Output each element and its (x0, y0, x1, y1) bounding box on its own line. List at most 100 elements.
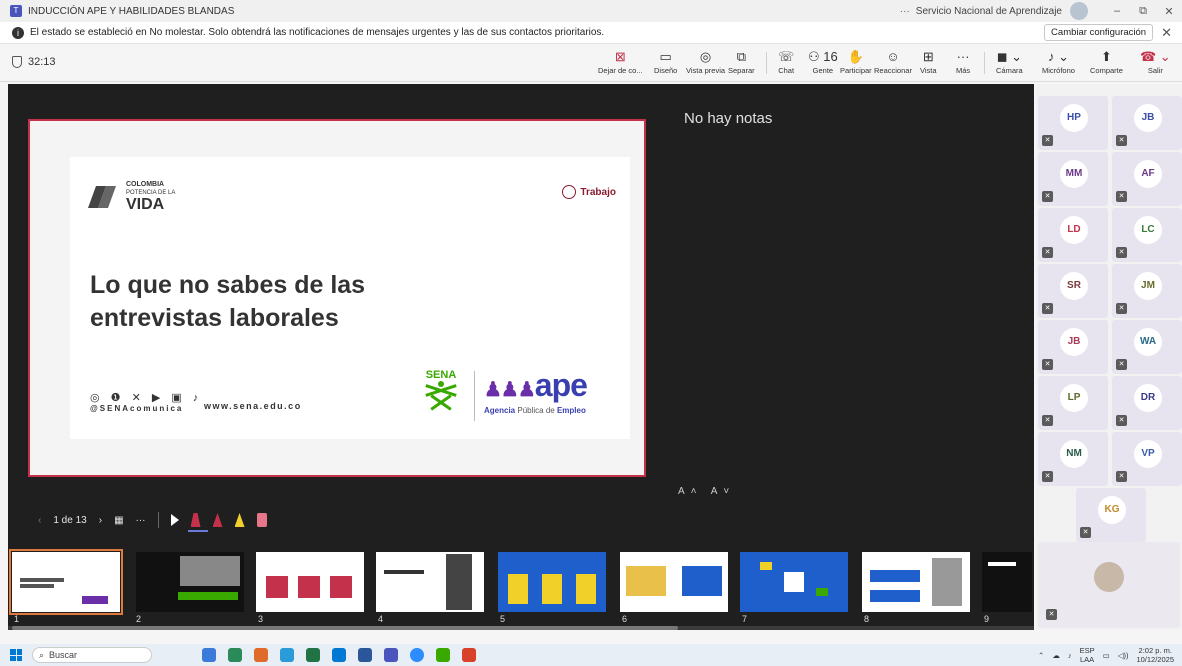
thumbnail-5[interactable] (498, 552, 606, 612)
participant-tile[interactable]: JM ✕ (1112, 264, 1182, 318)
raise-hand-button[interactable]: ✋ Participar (840, 48, 872, 75)
eraser-icon[interactable] (256, 513, 267, 527)
system-clock[interactable]: 2:02 p. m. 10/12/2025 (1136, 646, 1174, 664)
participant-avatar: JB (1060, 328, 1088, 356)
share-button[interactable]: ⬆ Comparte (1090, 48, 1123, 75)
participant-tile[interactable]: MM ✕ (1038, 152, 1108, 206)
slide-navigation: ‹ 1 de 13 › ▦ ··· (38, 512, 267, 528)
windows-start-icon[interactable] (10, 649, 22, 661)
cloud-icon[interactable]: ☁ (1052, 651, 1060, 660)
organization-name[interactable]: Servicio Nacional de Aprendizaje (916, 6, 1062, 17)
windows-taskbar: ⌕ Buscar ⌃ ☁ ♪ ESP LAA ▭ ◁)) 2:02 p. m. … (0, 644, 1182, 666)
more-options-icon[interactable]: ··· (136, 515, 146, 526)
participant-tile[interactable]: DR ✕ (1112, 376, 1182, 430)
current-slide[interactable]: COLOMBIA POTENCIA DE LA VIDA Trabajo Lo … (28, 119, 646, 477)
chrome-icon[interactable] (280, 648, 294, 662)
pop-out-button[interactable]: ⧉ Separar (728, 48, 755, 75)
preview-icon: ◎ (699, 49, 712, 64)
taskbar-apps (202, 648, 476, 662)
react-button[interactable]: ☺ Reaccionar (874, 48, 912, 75)
thumbnail-9[interactable] (982, 552, 1032, 612)
sena-figure-icon (423, 381, 459, 415)
participant-tile[interactable]: LC ✕ (1112, 208, 1182, 262)
microphone-button[interactable]: ♪ ⌄ Micrófono (1042, 48, 1075, 75)
participant-tile[interactable]: VP ✕ (1112, 432, 1182, 486)
leave-button[interactable]: ☎ ⌄ Salir (1140, 48, 1171, 75)
social-icons: ◎ ❶ ✕ ▶ ▣ ♪ (90, 392, 203, 404)
stop-sharing-button[interactable]: ⊠ Dejar de co... (598, 48, 643, 75)
grid-view-icon[interactable]: ▦ (114, 515, 123, 526)
mic-muted-icon: ✕ (1080, 527, 1091, 538)
network-icon[interactable]: ▭ (1103, 651, 1110, 660)
pen-icon[interactable] (190, 513, 201, 527)
close-notification-icon[interactable]: ✕ (1161, 25, 1172, 41)
laser-pointer-icon[interactable] (170, 514, 179, 526)
scrollbar-thumb[interactable] (12, 626, 678, 630)
thumbnail-4[interactable] (376, 552, 484, 612)
zoom-icon[interactable] (410, 648, 424, 662)
participant-tile[interactable]: JB ✕ (1112, 96, 1182, 150)
mic-muted-icon: ✕ (1042, 247, 1053, 258)
word-icon[interactable] (358, 648, 372, 662)
chevron-up-icon[interactable]: ⌃ (1038, 651, 1044, 660)
layout-button[interactable]: ▭ Diseño (654, 48, 677, 75)
participant-tile[interactable]: LP ✕ (1038, 376, 1108, 430)
highlighter-icon[interactable] (234, 513, 245, 527)
marker-icon[interactable] (212, 513, 223, 527)
participant-tile[interactable]: WA ✕ (1112, 320, 1182, 374)
self-video-tile[interactable]: ✕ (1038, 542, 1180, 628)
next-slide-button[interactable]: › (99, 515, 102, 526)
prev-slide-button[interactable]: ‹ (38, 515, 41, 526)
participant-tile[interactable]: AF ✕ (1112, 152, 1182, 206)
participant-tile[interactable]: SR ✕ (1038, 264, 1108, 318)
font-size-controls[interactable]: A˄ A˅ (678, 486, 735, 497)
toolbar-divider (984, 52, 985, 74)
chat-button[interactable]: ☏ Chat (778, 48, 794, 75)
thumbnail-6[interactable] (620, 552, 728, 612)
participant-tile[interactable]: JB ✕ (1038, 320, 1108, 374)
restore-button[interactable]: ⧉ (1130, 5, 1156, 18)
language-indicator[interactable]: ESP LAA (1080, 646, 1095, 664)
participant-tile[interactable]: NM ✕ (1038, 432, 1108, 486)
thumbnail-8[interactable] (862, 552, 970, 612)
people-cluster-icon: ♟♟♟ (484, 379, 536, 401)
excel-icon[interactable] (306, 648, 320, 662)
widgets-icon[interactable] (202, 648, 216, 662)
change-settings-button[interactable]: Cambiar configuración (1044, 24, 1154, 41)
slide-content: COLOMBIA POTENCIA DE LA VIDA Trabajo Lo … (70, 157, 630, 439)
grid-view-icon: ⊞ (922, 49, 934, 64)
thumbnail-7[interactable] (740, 552, 848, 612)
view-button[interactable]: ⊞ Vista (920, 48, 937, 75)
thumbnail-1[interactable] (9, 549, 123, 615)
more-button[interactable]: ··· Más (956, 48, 970, 75)
thumbnail-2[interactable] (136, 552, 244, 612)
volume-icon[interactable]: ◁)) (1118, 651, 1129, 660)
close-window-button[interactable]: ✕ (1156, 5, 1182, 18)
mic-muted-icon: ✕ (1116, 135, 1127, 146)
minimize-button[interactable]: – (1104, 5, 1130, 17)
firefox-icon[interactable] (254, 648, 268, 662)
camera-button[interactable]: ◼ ⌄ Cámara (996, 48, 1023, 75)
user-avatar[interactable] (1070, 2, 1088, 20)
mic-icon[interactable]: ♪ (1068, 651, 1072, 660)
preview-button[interactable]: ◎ Vista previa (686, 48, 725, 75)
participant-tile[interactable]: LD ✕ (1038, 208, 1108, 262)
taskbar-search[interactable]: ⌕ Buscar (32, 647, 152, 663)
participant-avatar: MM (1060, 160, 1088, 188)
more-options-icon[interactable]: ··· (900, 6, 910, 17)
participant-avatar: SR (1060, 272, 1088, 300)
participant-tile[interactable]: KG ✕ (1076, 488, 1146, 542)
participant-avatar: LP (1060, 384, 1088, 412)
app-icon[interactable] (462, 648, 476, 662)
thumbnail-3[interactable] (256, 552, 364, 612)
teams-taskbar-icon[interactable] (384, 648, 398, 662)
edge-icon[interactable] (228, 648, 242, 662)
sena-url: www.sena.edu.co (204, 401, 302, 411)
slide-counter: 1 de 13 (53, 514, 87, 526)
app-icon[interactable] (436, 648, 450, 662)
participant-tile[interactable]: HP ✕ (1038, 96, 1108, 150)
mic-muted-icon: ✕ (1116, 191, 1127, 202)
search-icon: ⌕ (39, 649, 45, 660)
people-button[interactable]: ⚇ 16 Gente (808, 48, 838, 75)
outlook-icon[interactable] (332, 648, 346, 662)
